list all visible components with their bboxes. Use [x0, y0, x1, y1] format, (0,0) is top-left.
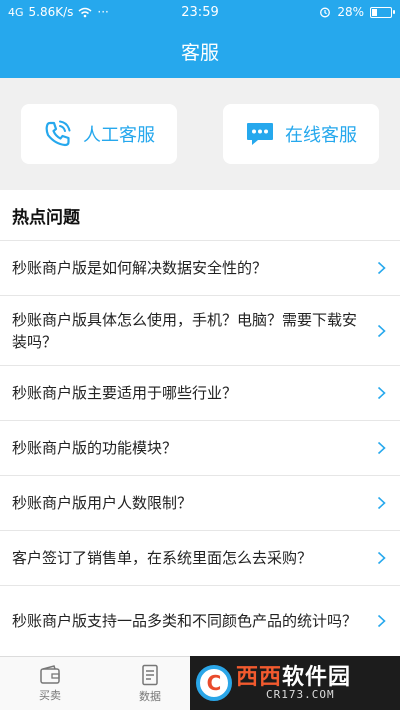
- human-service-label: 人工客服: [83, 125, 155, 146]
- battery-icon: [370, 6, 395, 18]
- chevron-right-icon: [377, 551, 386, 565]
- status-left: 4G 5.86K/s ···: [8, 5, 109, 19]
- contact-cards: 人工客服 在线客服: [0, 78, 400, 190]
- site-watermark: C 西西软件园 CR173.COM: [190, 656, 400, 710]
- question-item[interactable]: 秒账商户版支持一品多类和不同颜色产品的统计吗？: [0, 585, 400, 655]
- page-title: 客服: [180, 41, 219, 64]
- status-right: 28%: [319, 5, 395, 19]
- chevron-right-icon: [377, 386, 386, 400]
- chevron-right-icon: [377, 441, 386, 455]
- question-text: 秒账商户版的功能模块？: [12, 439, 178, 457]
- question-text: 秒账商户版是如何解决数据安全性的？: [12, 259, 268, 277]
- more-notifications: ···: [97, 5, 109, 19]
- title-bar: 客服: [0, 24, 400, 78]
- watermark-main-left: 西西: [236, 664, 283, 690]
- battery-percent: 28%: [337, 5, 364, 19]
- hot-questions-section: 热点问题 秒账商户版是如何解决数据安全性的？ 秒账商户版具体怎么使用，手机？电脑…: [0, 190, 400, 656]
- human-service-button[interactable]: 人工客服: [21, 104, 177, 164]
- chevron-right-icon: [377, 261, 386, 275]
- phone-icon: [45, 120, 71, 147]
- question-item[interactable]: 秒账商户版是如何解决数据安全性的？: [0, 240, 400, 295]
- question-item[interactable]: 秒账商户版用户人数限制？: [0, 475, 400, 530]
- watermark-main: 西西软件园: [236, 666, 351, 689]
- question-item[interactable]: 秒账商户版主要适用于哪些行业？: [0, 365, 400, 420]
- watermark-sub: CR173.COM: [266, 687, 335, 701]
- question-item[interactable]: 秒账商户版的功能模块？: [0, 420, 400, 475]
- watermark-logo: C: [196, 665, 232, 701]
- alarm-icon: [320, 7, 331, 18]
- document-icon: [142, 664, 158, 686]
- chevron-right-icon: [377, 496, 386, 510]
- chevron-right-icon: [377, 324, 386, 337]
- chat-bubble-icon: [247, 123, 273, 145]
- tab-buy-sell[interactable]: 买卖: [0, 657, 100, 710]
- watermark-text: 西西软件园 CR173.COM: [236, 666, 351, 701]
- status-bar: 4G 5.86K/s ··· 23:59 28%: [0, 0, 400, 24]
- question-text: 秒账商户版支持一品多类和不同颜色产品的统计吗？: [12, 611, 358, 630]
- signal-icon: 4G: [8, 5, 24, 19]
- wallet-icon: [40, 665, 60, 684]
- question-text: 客户签订了销售单，在系统里面怎么去采购？: [12, 549, 313, 567]
- online-service-button[interactable]: 在线客服: [223, 104, 379, 164]
- wifi-icon: [78, 7, 92, 17]
- question-item[interactable]: 秒账商户版具体怎么使用，手机？电脑？需要下载安装吗？: [0, 295, 400, 365]
- online-service-label: 在线客服: [285, 125, 357, 146]
- tab-label: 买卖: [39, 689, 61, 702]
- question-text: 秒账商户版具体怎么使用，手机？电脑？需要下载安装吗？: [12, 310, 358, 351]
- question-item[interactable]: 客户签订了销售单，在系统里面怎么去采购？: [0, 530, 400, 585]
- question-text: 秒账商户版主要适用于哪些行业？: [12, 384, 238, 402]
- chevron-right-icon: [377, 614, 386, 627]
- question-text: 秒账商户版用户人数限制？: [12, 494, 193, 512]
- net-speed: 5.86K/s: [28, 5, 74, 19]
- hot-questions-title: 热点问题: [12, 207, 80, 228]
- battery-level: [372, 8, 377, 16]
- tab-label: 数据: [139, 690, 161, 703]
- watermark-main-right: 软件园: [282, 664, 352, 690]
- tab-data[interactable]: 数据: [100, 657, 200, 710]
